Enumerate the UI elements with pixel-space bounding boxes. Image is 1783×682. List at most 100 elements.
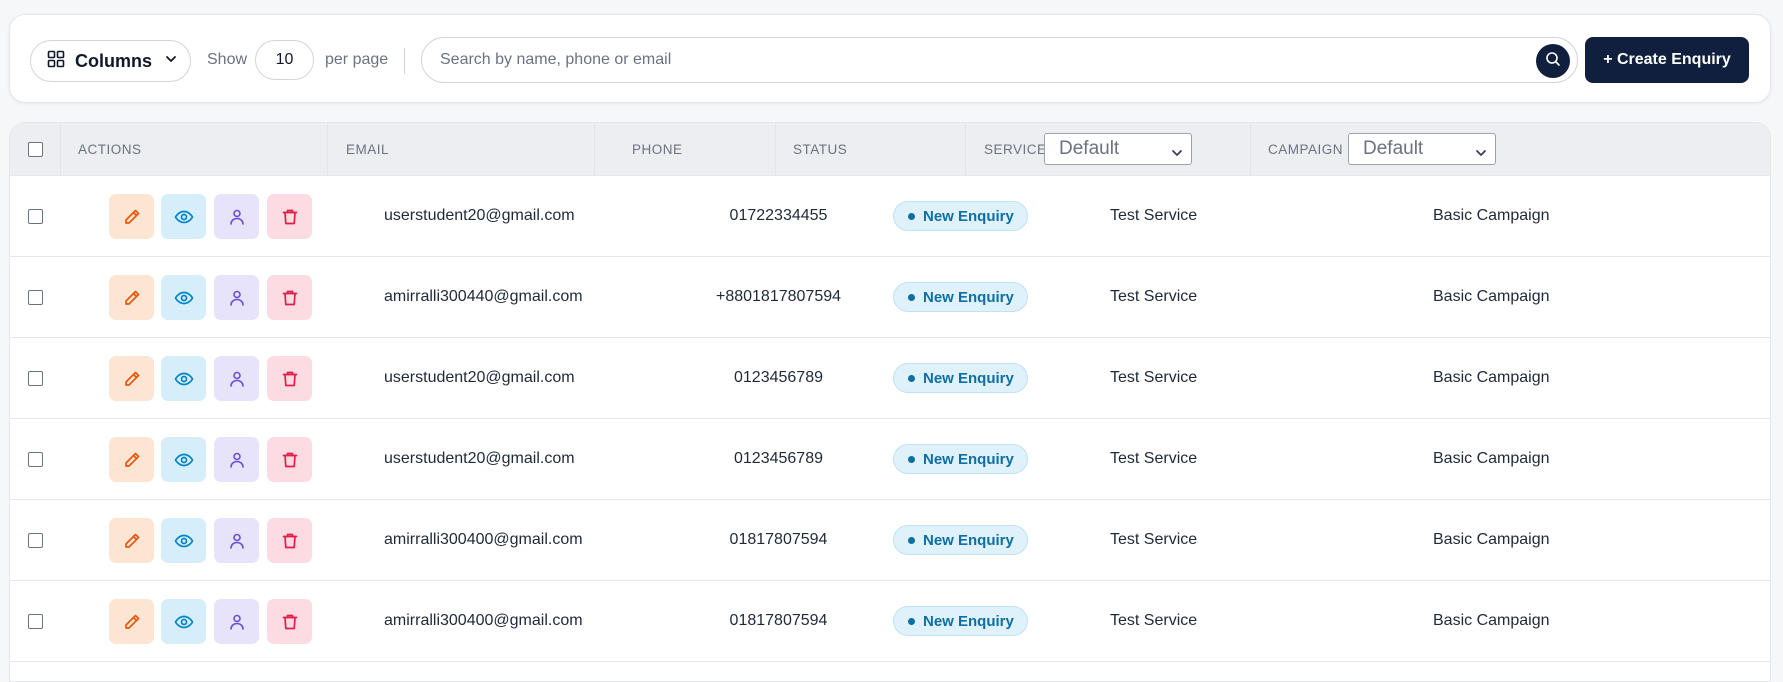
campaign-cell: Basic Campaign xyxy=(1433,612,1550,629)
select-all-cell xyxy=(28,123,43,176)
table-row: amirralli300400@gmail.com 01817807594 New … xyxy=(10,500,1770,581)
status-text: New Enquiry xyxy=(923,369,1014,387)
delete-button[interactable] xyxy=(267,437,312,482)
per-page-input[interactable] xyxy=(255,40,314,80)
service-cell: Test Service xyxy=(1110,531,1198,548)
view-button[interactable] xyxy=(161,437,206,482)
edit-button[interactable] xyxy=(109,194,154,239)
edit-button[interactable] xyxy=(109,518,154,563)
column-divider xyxy=(1250,123,1251,176)
assign-button[interactable] xyxy=(214,275,259,320)
grid-icon xyxy=(47,50,65,73)
status-dot xyxy=(908,374,915,382)
trash-icon xyxy=(281,613,299,631)
view-button[interactable] xyxy=(161,356,206,401)
service-cell: Test Service xyxy=(1110,207,1198,224)
campaign-cell: Basic Campaign xyxy=(1433,369,1550,386)
table-row: userstudent20@gmail.com 0123456789 New Enq… xyxy=(10,419,1770,500)
status-badge: New Enquiry xyxy=(893,282,1028,312)
view-button[interactable] xyxy=(161,275,206,320)
email-cell: amirralli300400@gmail.com xyxy=(384,531,583,548)
campaign-cell: Basic Campaign xyxy=(1433,207,1550,224)
service-filter-value: Default xyxy=(1059,138,1120,159)
delete-button[interactable] xyxy=(267,599,312,644)
columns-button[interactable]: Columns xyxy=(30,40,191,82)
row-checkbox[interactable] xyxy=(28,532,43,548)
search-box xyxy=(421,37,1578,83)
user-icon xyxy=(228,208,246,226)
edit-button[interactable] xyxy=(109,356,154,401)
email-cell: userstudent20@gmail.com xyxy=(384,369,575,386)
phone-cell: 01722334455 xyxy=(729,207,828,224)
search-button[interactable] xyxy=(1536,44,1570,78)
status-cell: New Enquiry xyxy=(893,176,1028,256)
row-checkbox[interactable] xyxy=(28,370,43,386)
header-service: SERVICE xyxy=(984,142,1047,157)
status-cell: New Enquiry xyxy=(893,419,1028,499)
status-dot xyxy=(908,212,915,220)
delete-button[interactable] xyxy=(267,356,312,401)
view-button[interactable] xyxy=(161,518,206,563)
edit-button[interactable] xyxy=(109,437,154,482)
campaign-cell: Basic Campaign xyxy=(1433,450,1550,467)
edit-button[interactable] xyxy=(109,599,154,644)
create-enquiry-button[interactable]: + Create Enquiry xyxy=(1585,37,1749,83)
assign-button[interactable] xyxy=(214,194,259,239)
trash-icon xyxy=(281,208,299,226)
row-checkbox[interactable] xyxy=(28,613,43,629)
email-cell: userstudent20@gmail.com xyxy=(384,207,575,224)
column-divider xyxy=(594,123,595,176)
status-dot xyxy=(908,536,915,544)
column-divider xyxy=(327,123,328,176)
table-row: userstudent20@gmail.com 01722334455 New En… xyxy=(10,176,1770,257)
campaign-filter-select[interactable]: Default xyxy=(1348,133,1496,165)
service-filter-select[interactable]: Default xyxy=(1044,133,1192,165)
delete-button[interactable] xyxy=(267,518,312,563)
row-select-cell xyxy=(28,176,43,256)
eye-icon xyxy=(174,207,194,227)
assign-button[interactable] xyxy=(214,518,259,563)
row-select-cell xyxy=(28,581,43,661)
user-icon xyxy=(228,289,246,307)
trash-icon xyxy=(281,451,299,469)
assign-button[interactable] xyxy=(214,356,259,401)
status-badge: New Enquiry xyxy=(893,606,1028,636)
edit-button[interactable] xyxy=(109,275,154,320)
status-text: New Enquiry xyxy=(923,612,1014,630)
user-icon xyxy=(228,370,246,388)
row-checkbox[interactable] xyxy=(28,208,43,224)
pencil-icon xyxy=(122,207,142,227)
status-dot xyxy=(908,617,915,625)
phone-cell: +8801817807594 xyxy=(715,288,842,305)
pencil-icon xyxy=(122,450,142,470)
row-checkbox[interactable] xyxy=(28,289,43,305)
column-divider xyxy=(775,123,776,176)
table-header: ACTIONS EMAIL PHONE STATUS SERVICE Defau… xyxy=(10,123,1770,176)
enquiries-table: ACTIONS EMAIL PHONE STATUS SERVICE Defau… xyxy=(9,122,1771,682)
row-checkbox[interactable] xyxy=(28,451,43,467)
assign-button[interactable] xyxy=(214,437,259,482)
status-badge: New Enquiry xyxy=(893,525,1028,555)
assign-button[interactable] xyxy=(214,599,259,644)
search-input[interactable] xyxy=(440,38,1520,82)
status-cell: New Enquiry xyxy=(893,338,1028,418)
eye-icon xyxy=(174,288,194,308)
user-icon xyxy=(228,613,246,631)
row-select-cell xyxy=(28,419,43,499)
select-all-checkbox[interactable] xyxy=(28,142,43,157)
delete-button[interactable] xyxy=(267,194,312,239)
status-cell: New Enquiry xyxy=(893,581,1028,661)
status-text: New Enquiry xyxy=(923,531,1014,549)
status-dot xyxy=(908,455,915,463)
pencil-icon xyxy=(122,531,142,551)
header-phone: PHONE xyxy=(632,142,683,157)
table-row: amirralli300440@gmail.com +8801817807594 N… xyxy=(10,257,1770,338)
service-cell: Test Service xyxy=(1110,288,1198,305)
view-button[interactable] xyxy=(161,599,206,644)
view-button[interactable] xyxy=(161,194,206,239)
delete-button[interactable] xyxy=(267,275,312,320)
row-select-cell xyxy=(28,338,43,418)
row-select-cell xyxy=(28,257,43,337)
campaign-cell: Basic Campaign xyxy=(1433,531,1550,548)
per-page-label: per page xyxy=(325,51,389,68)
